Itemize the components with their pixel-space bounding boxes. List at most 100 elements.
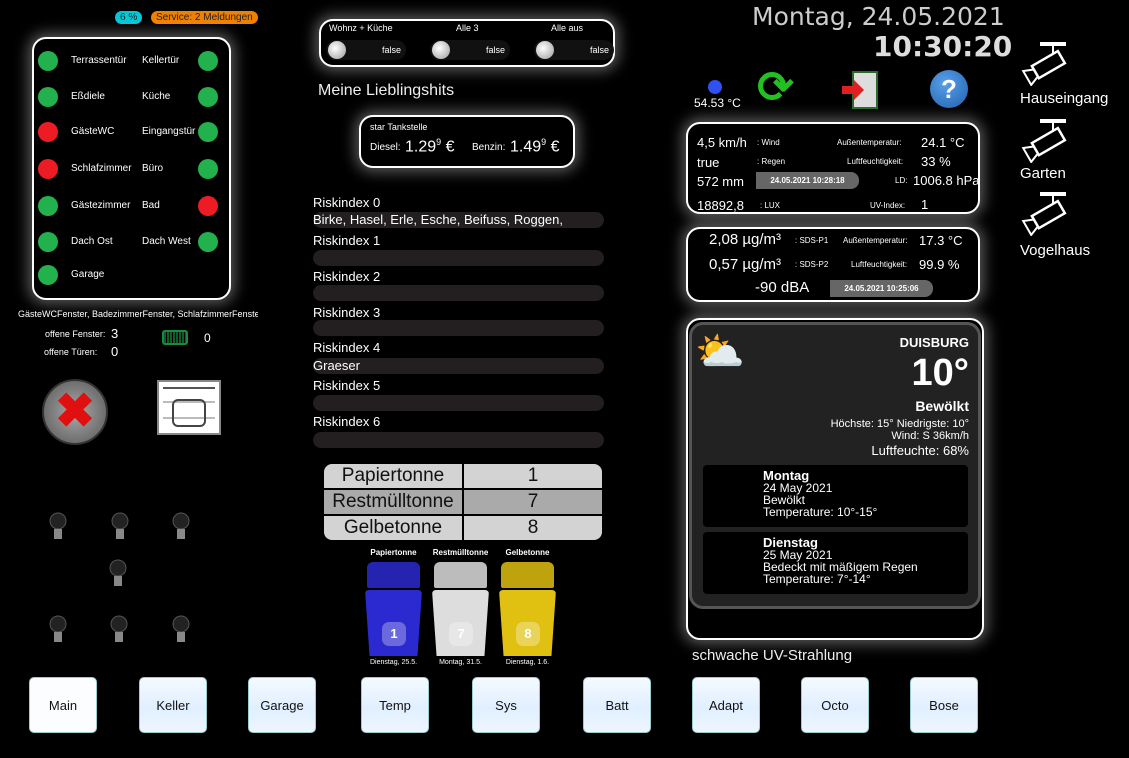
pollen-risk-label: Riskindex 5: [313, 378, 381, 393]
door-status-dot: [198, 51, 218, 71]
door-status-dot: [38, 232, 58, 252]
battery-icon: [162, 330, 188, 345]
nav-button-garage[interactable]: Garage: [248, 677, 316, 733]
cpu-status-dot: [708, 80, 722, 94]
light-bulb-icon[interactable]: [109, 614, 129, 646]
rain-value: true: [697, 155, 720, 170]
lux-value: 18892,8: [697, 198, 744, 213]
nav-button-sys[interactable]: Sys: [472, 677, 540, 733]
cpu-temp: 54.53 °C: [694, 96, 741, 110]
camera-icon[interactable]: [1020, 190, 1070, 237]
open-windows-label: offene Fenster:: [45, 329, 106, 339]
pollen-risk-bar: [313, 432, 604, 448]
door-status-dot: [198, 196, 218, 216]
nav-button-main[interactable]: Main: [29, 677, 97, 733]
weather-city: DUISBURG: [899, 335, 969, 350]
door-status-dot: [198, 159, 218, 179]
air-temp: 17.3 °C: [919, 233, 963, 248]
nav-button-octo[interactable]: Octo: [801, 677, 869, 733]
pollen-risk-bar: [313, 395, 604, 411]
camera-icon[interactable]: [1020, 40, 1070, 87]
waste-bin-icon: 7: [432, 562, 489, 656]
door-status-dot: [198, 122, 218, 142]
door-label: Eingangstür: [142, 126, 196, 137]
pm25-value: 0,57 µg/m³: [709, 256, 782, 273]
camera-label[interactable]: Vogelhaus: [1020, 242, 1090, 259]
bin-date: Dienstag, 1.6.: [505, 659, 550, 666]
weather-humidity: Luftfeuchte: 68%: [871, 443, 969, 458]
pm10-value: 2,08 µg/m³: [709, 231, 782, 248]
service-badge[interactable]: Service: 2 Meldungen: [151, 11, 258, 24]
door-label: Dach Ost: [71, 236, 113, 247]
light-bulb-icon[interactable]: [108, 558, 128, 590]
pollen-risk-label: Riskindex 0: [313, 195, 381, 210]
pollen-risk-label: Riskindex 6: [313, 414, 381, 429]
door-label: Küche: [142, 91, 171, 102]
nav-button-adapt[interactable]: Adapt: [692, 677, 760, 733]
door-label: Eßdiele: [71, 91, 105, 102]
air-humidity-label: Luftfeuchtigkeit:: [851, 260, 908, 269]
pollen-risk-bar: [313, 320, 604, 336]
pollen-risk-bar: Birke, Hasel, Erle, Esche, Beifuss, Rogg…: [313, 212, 604, 228]
door-status-dot: [38, 122, 58, 142]
light-bulb-icon[interactable]: [171, 614, 191, 646]
refresh-icon[interactable]: ⟳: [757, 64, 794, 112]
wind-value: 4,5 km/h: [697, 135, 747, 150]
door-status-dot: [198, 232, 218, 252]
pollen-risk-label: Riskindex 2: [313, 269, 381, 284]
bin-date: Dienstag, 25.5.: [369, 659, 418, 666]
door-label: Schlafzimmer: [71, 163, 132, 174]
open-doors-label: offene Türen:: [44, 347, 98, 357]
light-bulb-icon[interactable]: [171, 511, 191, 543]
toggle-label: Alle 3: [456, 23, 479, 33]
partly-cloudy-icon: ⛅: [695, 330, 745, 374]
alarm-off-button[interactable]: ✖: [42, 379, 108, 445]
nav-button-keller[interactable]: Keller: [139, 677, 207, 733]
forecast-day: Montag 24 May 2021 Bewölkt Temperature: 10°…: [703, 465, 968, 527]
pressure: 1006.8 hPa: [913, 173, 980, 188]
garage-door-button[interactable]: [157, 380, 221, 435]
car-garage-icon: [163, 387, 215, 427]
forecast-day: Dienstag 25 May 2021 Bedeckt mit mäßigem R…: [703, 532, 968, 594]
air-humidity: 99.9 %: [919, 257, 960, 272]
light-bulb-icon[interactable]: [110, 511, 130, 543]
camera-icon[interactable]: [1020, 117, 1070, 164]
toggle-value: false: [486, 45, 506, 55]
waste-bin-icon: 1: [365, 562, 422, 656]
door-status-dot: [38, 51, 58, 71]
toggle-value: false: [590, 45, 610, 55]
humidity: 33 %: [921, 154, 951, 169]
pollen-risk-bar: Graeser: [313, 358, 604, 374]
wind-label: : Wind: [757, 138, 780, 147]
pollen-risk-label: Riskindex 1: [313, 233, 381, 248]
humidity-label: Luftfeuchtigkeit:: [847, 157, 904, 166]
nav-button-batt[interactable]: Batt: [583, 677, 651, 733]
logout-icon[interactable]: [840, 70, 880, 110]
open-windows-list: GästeWCFenster, BadezimmerFenster, Schla…: [18, 309, 258, 319]
door-status-dot: [38, 196, 58, 216]
camera-label[interactable]: Hauseingang: [1020, 90, 1108, 107]
light-bulb-icon[interactable]: [48, 511, 68, 543]
waste-table-row: Restmülltonne 7: [324, 490, 602, 514]
door-status-dot: [38, 265, 58, 285]
toggle-label: Alle aus: [551, 23, 584, 33]
diesel-label: Diesel:: [370, 142, 401, 153]
pollen-risk-bar: [313, 250, 604, 266]
rain-label: : Regen: [757, 157, 786, 166]
help-icon[interactable]: ?: [930, 70, 968, 108]
weather-wind: Wind: S 36km/h: [891, 430, 969, 442]
benzin-label: Benzin:: [472, 142, 506, 153]
light-bulb-icon[interactable]: [48, 614, 68, 646]
benzin-price: 1.499 €: [510, 137, 560, 156]
rain-mm: 572 mm: [697, 174, 744, 189]
outdoor-temp-label: Außentemperatur:: [837, 138, 902, 147]
nav-button-temp[interactable]: Temp: [361, 677, 429, 733]
door-status-dot: [38, 87, 58, 107]
door-status-dot: [38, 159, 58, 179]
pm25-label: : SDS-P2: [795, 260, 829, 269]
favorites-title[interactable]: Meine Lieblingshits: [318, 82, 454, 100]
outdoor-temp: 24.1 °C: [921, 135, 965, 150]
station-timestamp: 24.05.2021 10:28:18: [756, 172, 859, 189]
nav-button-bose[interactable]: Bose: [910, 677, 978, 733]
camera-label[interactable]: Garten: [1020, 165, 1066, 182]
